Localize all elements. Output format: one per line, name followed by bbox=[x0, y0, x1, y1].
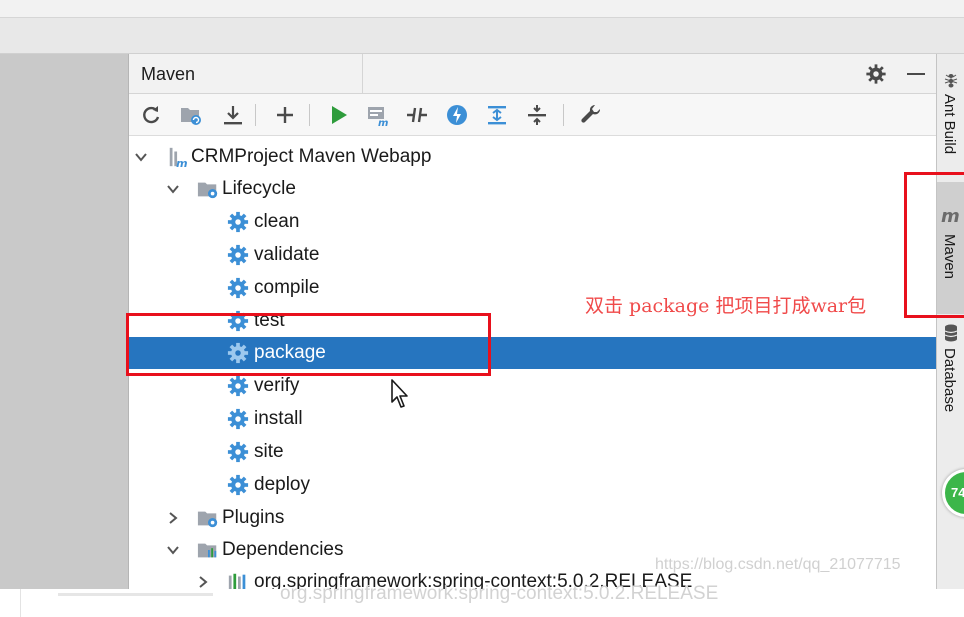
plugins-label: Plugins bbox=[222, 507, 285, 528]
toolbar-separator bbox=[309, 104, 310, 126]
gear-icon[interactable] bbox=[865, 63, 887, 85]
tool-tab-label: Database bbox=[941, 348, 958, 413]
ghost-divider bbox=[20, 589, 21, 617]
download-sources-icon[interactable] bbox=[221, 103, 245, 127]
tool-tab-label: Ant Build bbox=[941, 94, 958, 155]
tree-node-goal[interactable]: install bbox=[129, 403, 937, 435]
goal-label: validate bbox=[254, 244, 320, 265]
settings-wrench-icon[interactable] bbox=[579, 103, 603, 127]
toggle-offline-icon[interactable] bbox=[405, 103, 429, 127]
goal-label: clean bbox=[254, 211, 300, 232]
watermark-text: https://blog.csdn.net/qq_21077715 bbox=[655, 556, 901, 573]
annotation-box-maven-tab bbox=[904, 172, 964, 318]
annotation-box-package bbox=[126, 313, 491, 376]
maven-panel-header: Maven bbox=[129, 54, 937, 94]
mouse-cursor-icon bbox=[391, 379, 408, 408]
svg-text:m: m bbox=[378, 118, 388, 127]
lifecycle-label: Lifecycle bbox=[222, 178, 296, 199]
tree-node-goal[interactable]: deploy bbox=[129, 469, 937, 501]
tool-tab-database[interactable]: Database bbox=[937, 320, 964, 430]
gear-icon bbox=[227, 211, 249, 233]
tree-node-plugins[interactable]: Plugins bbox=[129, 502, 937, 534]
add-icon[interactable] bbox=[273, 103, 297, 127]
screenshot-stage: Maven m m CRMProject Maven Webapp Lifecy… bbox=[0, 0, 964, 617]
gear-icon bbox=[227, 277, 249, 299]
database-icon bbox=[944, 324, 958, 342]
ghost-bar bbox=[58, 593, 213, 596]
show-dependencies-icon[interactable] bbox=[485, 103, 509, 127]
gear-icon bbox=[227, 244, 249, 266]
window-top-bar bbox=[0, 0, 964, 18]
maven-module-icon: m bbox=[169, 147, 188, 168]
goal-label: site bbox=[254, 441, 284, 462]
annotation-note: 双击 package 把项目打成war包 bbox=[585, 295, 867, 317]
gear-icon bbox=[227, 408, 249, 430]
tree-node-goal[interactable]: validate bbox=[129, 239, 937, 271]
goal-label: compile bbox=[254, 277, 320, 298]
tree-node-goal[interactable]: clean bbox=[129, 206, 937, 238]
goal-label: deploy bbox=[254, 474, 310, 495]
goal-label: install bbox=[254, 408, 303, 429]
project-name: CRMProject Maven Webapp bbox=[191, 146, 432, 167]
chevron-right-icon[interactable] bbox=[165, 510, 181, 526]
tool-tab-ant-build[interactable]: Ant Build bbox=[937, 62, 964, 180]
gear-icon bbox=[227, 441, 249, 463]
toolbar-separator bbox=[255, 104, 256, 126]
lifecycle-folder-icon bbox=[197, 182, 218, 199]
tree-node-project[interactable]: m CRMProject Maven Webapp bbox=[129, 141, 937, 173]
maven-toolbar: m bbox=[129, 94, 937, 136]
tree-node-lifecycle[interactable]: Lifecycle bbox=[129, 173, 937, 205]
panel-title: Maven bbox=[129, 54, 363, 94]
refresh-icon[interactable] bbox=[139, 103, 163, 127]
editor-tab-bar bbox=[0, 18, 964, 54]
collapse-all-icon[interactable] bbox=[525, 103, 549, 127]
ghost-overlay: org.springframework:spring-context:5.0.2… bbox=[0, 583, 964, 617]
chevron-down-icon[interactable] bbox=[165, 542, 181, 558]
plugins-folder-icon bbox=[197, 511, 218, 528]
chevron-right-icon[interactable] bbox=[195, 574, 211, 590]
dependencies-folder-icon bbox=[197, 543, 217, 558]
chevron-down-icon[interactable] bbox=[165, 181, 181, 197]
gear-icon bbox=[227, 375, 249, 397]
run-icon[interactable] bbox=[327, 103, 351, 127]
skip-tests-icon[interactable] bbox=[445, 103, 469, 127]
svg-text:m: m bbox=[176, 157, 187, 168]
gear-icon bbox=[227, 474, 249, 496]
execute-goal-icon[interactable]: m bbox=[365, 103, 389, 127]
ghost-dependency-text: org.springframework:spring-context:5.0.2… bbox=[280, 583, 719, 604]
toolbar-separator bbox=[563, 104, 564, 126]
reimport-folder-icon[interactable] bbox=[179, 103, 203, 127]
ant-icon bbox=[944, 74, 958, 88]
tree-node-goal[interactable]: site bbox=[129, 436, 937, 468]
hide-panel-icon[interactable] bbox=[907, 73, 925, 75]
chevron-down-icon[interactable] bbox=[133, 149, 149, 165]
editor-area bbox=[0, 54, 128, 589]
dependencies-label: Dependencies bbox=[222, 539, 344, 560]
